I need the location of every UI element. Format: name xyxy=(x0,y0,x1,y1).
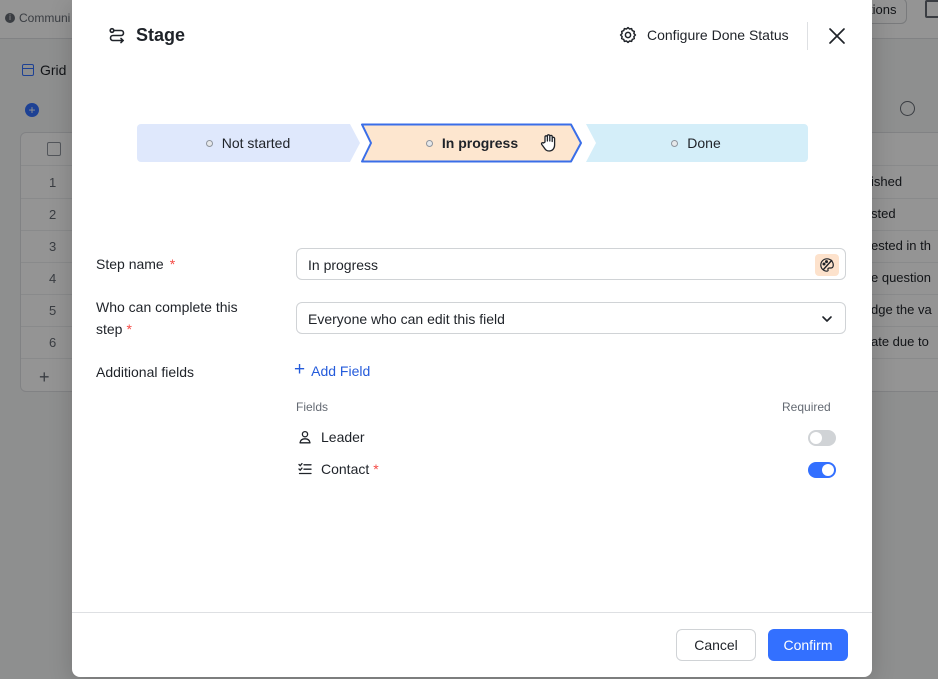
dialog-title: Stage xyxy=(108,25,185,46)
stage-label: Not started xyxy=(221,135,291,151)
required-header: Required xyxy=(782,400,831,414)
gear-icon xyxy=(619,26,637,44)
toggle-knob xyxy=(822,464,834,476)
field-name: Contact xyxy=(321,461,370,477)
palette-icon[interactable] xyxy=(815,254,839,276)
palette-glyph xyxy=(820,258,834,272)
leader-required-toggle[interactable] xyxy=(808,430,836,446)
stage-dot xyxy=(205,139,213,147)
footer-divider xyxy=(72,612,872,613)
close-icon[interactable] xyxy=(828,27,846,45)
stage-bar: Not started In progress Done xyxy=(136,123,808,163)
confirm-button[interactable]: Confirm xyxy=(768,629,848,661)
toggle-knob xyxy=(810,432,822,444)
hand-cursor-icon xyxy=(540,134,556,152)
stage-icon xyxy=(109,27,125,43)
contact-required-toggle[interactable] xyxy=(808,462,836,478)
step-name-label-text: Step name xyxy=(96,256,164,272)
person-icon xyxy=(299,430,311,444)
who-value: Everyone who can edit this field xyxy=(308,311,505,327)
dialog-title-text: Stage xyxy=(136,25,186,45)
stage-dot xyxy=(425,139,433,147)
required-mark: * xyxy=(373,461,379,477)
configure-label: Configure Done Status xyxy=(647,27,789,43)
field-row-leader: Leader xyxy=(298,426,365,448)
configure-done-status-button[interactable]: Configure Done Status xyxy=(619,26,789,44)
stage-dialog: Stage Configure Done Status Not started xyxy=(72,0,872,677)
step-name-value: In progress xyxy=(308,257,379,273)
add-field-label: Add Field xyxy=(311,362,371,379)
dialog-header: Stage Configure Done Status xyxy=(72,0,872,72)
who-label-line1: Who can complete this xyxy=(96,299,238,315)
stage-label: In progress xyxy=(441,135,519,151)
additional-fields-label: Additional fields xyxy=(96,364,195,380)
field-name: Leader xyxy=(321,429,365,445)
checklist-icon xyxy=(298,462,312,475)
step-name-input[interactable]: In progress xyxy=(296,248,846,280)
required-mark: * xyxy=(126,321,132,337)
header-divider xyxy=(807,22,808,50)
required-mark: * xyxy=(169,256,176,272)
stage-dot xyxy=(671,139,679,147)
who-label-line2: step xyxy=(96,321,123,337)
stage-label: Done xyxy=(687,135,721,151)
chevron-down-icon xyxy=(822,316,832,322)
fields-header: Fields xyxy=(296,400,329,414)
who-can-complete-select[interactable]: Everyone who can edit this field xyxy=(296,302,846,334)
who-can-complete-label: Who can complete this step * xyxy=(96,296,238,340)
plus-icon: + xyxy=(294,359,306,380)
stage-not-started[interactable]: Not started xyxy=(136,123,360,163)
step-name-label: Step name * xyxy=(96,253,175,275)
field-row-contact: Contact * xyxy=(298,458,379,480)
cancel-button[interactable]: Cancel xyxy=(676,629,756,661)
stage-done[interactable]: Done xyxy=(584,123,808,163)
add-field-button[interactable]: + Add Field xyxy=(294,359,371,380)
